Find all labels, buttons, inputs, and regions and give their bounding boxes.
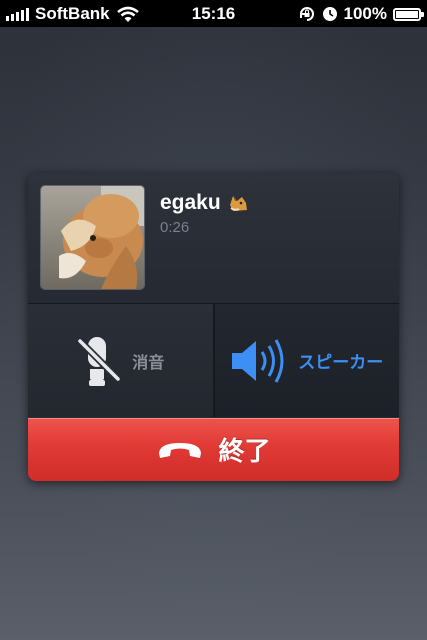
- rotation-lock-icon: [299, 7, 314, 21]
- mute-label: 消音: [132, 354, 165, 372]
- call-panel: egaku 0:26 消音 スピーカー 終了: [28, 173, 399, 481]
- speaker-icon: [232, 338, 284, 383]
- battery-icon: [393, 7, 424, 21]
- microphone-muted-icon: [77, 336, 121, 386]
- dog-emoji-icon: [229, 196, 247, 211]
- status-bar: SoftBank 15:16 100%: [0, 0, 427, 27]
- mute-button[interactable]: 消音: [28, 304, 213, 417]
- contact-row: egaku: [160, 191, 249, 215]
- speaker-label: スピーカー: [298, 353, 384, 372]
- end-call-label: 終了: [218, 436, 271, 466]
- contact-name: egaku: [160, 191, 221, 214]
- call-controls: 消音 スピーカー: [28, 304, 399, 417]
- avatar: [41, 186, 144, 289]
- end-call-button[interactable]: 終了: [28, 418, 399, 481]
- phone-hangup-icon: [159, 442, 202, 458]
- battery-fill: [396, 10, 418, 18]
- alarm-icon: [322, 7, 337, 21]
- call-duration: 0:26: [160, 219, 190, 236]
- battery-percent: 100%: [343, 4, 387, 23]
- call-header: egaku 0:26: [28, 173, 399, 304]
- status-right: 100%: [298, 4, 424, 24]
- speaker-button[interactable]: スピーカー: [212, 304, 399, 417]
